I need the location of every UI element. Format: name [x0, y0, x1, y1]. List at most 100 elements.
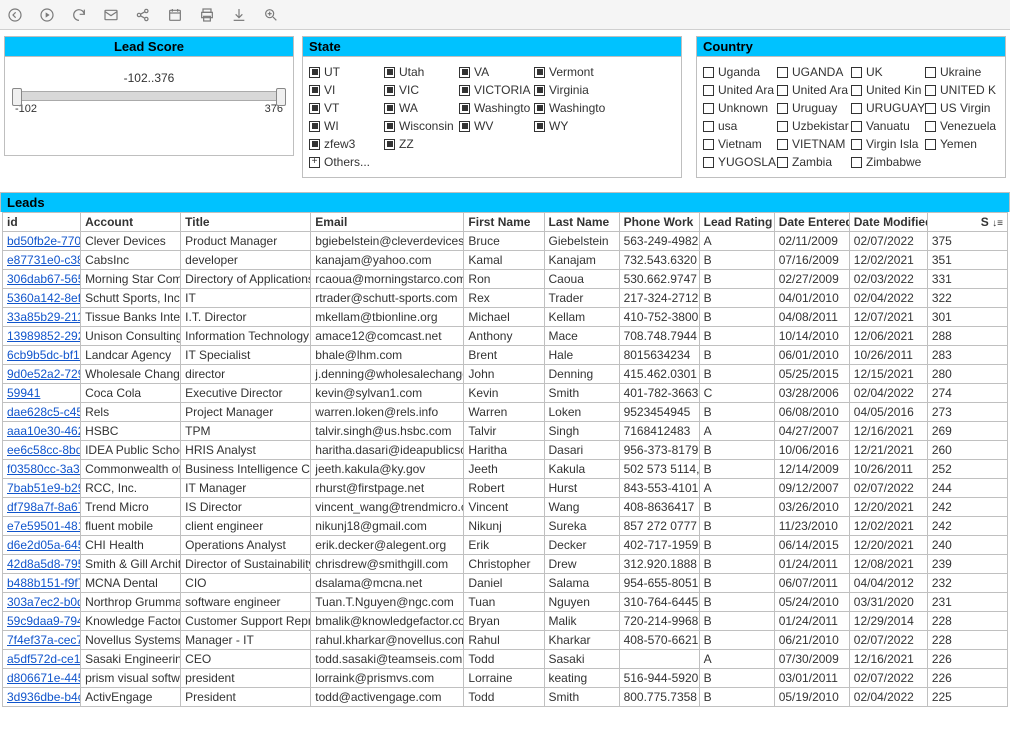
- column-header[interactable]: First Name: [464, 213, 544, 232]
- id-link[interactable]: d6e2d05a-645c: [7, 538, 81, 552]
- checkbox-icon[interactable]: [925, 121, 936, 132]
- checkbox-icon[interactable]: [309, 85, 320, 96]
- column-header[interactable]: id: [3, 213, 81, 232]
- table-row[interactable]: 6cb9b5dc-bf1a-Landcar AgencyIT Specialis…: [3, 346, 1008, 365]
- checkbox-icon[interactable]: [384, 139, 395, 150]
- id-link[interactable]: b488b151-f9f7-: [7, 576, 81, 590]
- country-option[interactable]: Yemen: [925, 135, 999, 153]
- state-option[interactable]: Utah: [384, 63, 459, 81]
- table-row[interactable]: 42d8a5d8-7950Smith & Gill ArchitecDirect…: [3, 555, 1008, 574]
- table-row[interactable]: 306dab67-565bMorning Star CompaDirectory…: [3, 270, 1008, 289]
- country-option[interactable]: Unknown: [703, 99, 777, 117]
- slider-handle-min[interactable]: [12, 88, 22, 106]
- country-option[interactable]: Vietnam: [703, 135, 777, 153]
- state-option[interactable]: Wisconsin: [384, 117, 459, 135]
- checkbox-icon[interactable]: [925, 67, 936, 78]
- id-link[interactable]: 42d8a5d8-7950: [7, 557, 81, 571]
- checkbox-icon[interactable]: [459, 103, 470, 114]
- mail-icon[interactable]: [102, 6, 120, 24]
- table-row[interactable]: 59c9daa9-7946Knowledge FactorCustomer Su…: [3, 612, 1008, 631]
- table-row[interactable]: e7e59501-4813fluent mobileclient enginee…: [3, 517, 1008, 536]
- column-header[interactable]: Email: [311, 213, 464, 232]
- checkbox-icon[interactable]: [703, 103, 714, 114]
- country-option[interactable]: United Kin: [851, 81, 925, 99]
- column-header[interactable]: Last Name: [544, 213, 619, 232]
- id-link[interactable]: df798a7f-8a67-: [7, 500, 81, 514]
- column-header[interactable]: Account: [81, 213, 181, 232]
- table-row[interactable]: f03580cc-3a36-Commonwealth of KBusiness …: [3, 460, 1008, 479]
- id-link[interactable]: d806671e-445c: [7, 671, 81, 685]
- country-option[interactable]: usa: [703, 117, 777, 135]
- country-option[interactable]: Zambia: [777, 153, 851, 171]
- checkbox-icon[interactable]: [384, 85, 395, 96]
- checkbox-icon[interactable]: [777, 157, 788, 168]
- checkbox-icon[interactable]: [925, 103, 936, 114]
- plus-icon[interactable]: +: [309, 157, 320, 168]
- checkbox-icon[interactable]: [925, 139, 936, 150]
- state-option[interactable]: VA: [459, 63, 534, 81]
- checkbox-icon[interactable]: [459, 85, 470, 96]
- checkbox-icon[interactable]: [777, 85, 788, 96]
- country-option[interactable]: Zimbabwe: [851, 153, 925, 171]
- table-row[interactable]: df798a7f-8a67-Trend MicroIS Directorvinc…: [3, 498, 1008, 517]
- id-link[interactable]: f03580cc-3a36-: [7, 462, 81, 476]
- column-header[interactable]: Title: [181, 213, 311, 232]
- country-option[interactable]: UNITED K: [925, 81, 999, 99]
- table-row[interactable]: 3d936dbe-b4c7ActivEngagePresidenttodd@ac…: [3, 688, 1008, 707]
- id-link[interactable]: 59c9daa9-7946: [7, 614, 81, 628]
- country-option[interactable]: YUGOSLA: [703, 153, 777, 171]
- country-option[interactable]: Venezuela: [925, 117, 999, 135]
- state-option[interactable]: VI: [309, 81, 384, 99]
- checkbox-icon[interactable]: [384, 121, 395, 132]
- table-row[interactable]: 9d0e52a2-7292Wholesale Changedirectorj.d…: [3, 365, 1008, 384]
- checkbox-icon[interactable]: [309, 121, 320, 132]
- id-link[interactable]: bd50fb2e-770f-: [7, 234, 81, 248]
- calendar-icon[interactable]: [166, 6, 184, 24]
- print-icon[interactable]: [198, 6, 216, 24]
- checkbox-icon[interactable]: [925, 85, 936, 96]
- checkbox-icon[interactable]: [851, 139, 862, 150]
- table-row[interactable]: dae628c5-c45bRelsProject Managerwarren.l…: [3, 403, 1008, 422]
- country-option[interactable]: US Virgin: [925, 99, 999, 117]
- checkbox-icon[interactable]: [703, 85, 714, 96]
- country-option[interactable]: URUGUAY: [851, 99, 925, 117]
- checkbox-icon[interactable]: [459, 121, 470, 132]
- download-icon[interactable]: [230, 6, 248, 24]
- state-option[interactable]: ZZ: [384, 135, 459, 153]
- country-option[interactable]: [925, 153, 999, 171]
- column-header[interactable]: Lead Rating: [699, 213, 774, 232]
- id-link[interactable]: ee6c58cc-8bd4: [7, 443, 81, 457]
- country-option[interactable]: Uzbekistar: [777, 117, 851, 135]
- checkbox-icon[interactable]: [851, 157, 862, 168]
- checkbox-icon[interactable]: [777, 67, 788, 78]
- country-option[interactable]: UK: [851, 63, 925, 81]
- country-option[interactable]: Uruguay: [777, 99, 851, 117]
- table-row[interactable]: 5360a142-8ef7Schutt Sports, Inc.ITrtrade…: [3, 289, 1008, 308]
- id-link[interactable]: 33a85b29-211c: [7, 310, 81, 324]
- table-row[interactable]: 303a7ec2-b0d2Northrop Grummansoftware en…: [3, 593, 1008, 612]
- table-row[interactable]: ee6c58cc-8bd4IDEA Public SchoolsHRIS Ana…: [3, 441, 1008, 460]
- checkbox-icon[interactable]: [703, 157, 714, 168]
- checkbox-icon[interactable]: [851, 103, 862, 114]
- checkbox-icon[interactable]: [534, 121, 545, 132]
- id-link[interactable]: 59941: [7, 386, 40, 400]
- checkbox-icon[interactable]: [384, 67, 395, 78]
- back-icon[interactable]: [6, 6, 24, 24]
- state-option[interactable]: VICTORIA: [459, 81, 534, 99]
- table-row[interactable]: 13989852-2924Unison ConsultingInformatio…: [3, 327, 1008, 346]
- id-link[interactable]: e7e59501-4813: [7, 519, 81, 533]
- share-icon[interactable]: [134, 6, 152, 24]
- state-option[interactable]: Vermont: [534, 63, 609, 81]
- state-option[interactable]: VT: [309, 99, 384, 117]
- id-link[interactable]: aaa10e30-4628: [7, 424, 81, 438]
- table-row[interactable]: e87731e0-c38aCabsIncdeveloperkanajam@yah…: [3, 251, 1008, 270]
- country-option[interactable]: VIETNAM: [777, 135, 851, 153]
- state-option[interactable]: [459, 135, 534, 153]
- checkbox-icon[interactable]: [851, 85, 862, 96]
- state-option[interactable]: WI: [309, 117, 384, 135]
- checkbox-icon[interactable]: [309, 103, 320, 114]
- id-link[interactable]: 3d936dbe-b4c7: [7, 690, 81, 704]
- id-link[interactable]: 9d0e52a2-7292: [7, 367, 81, 381]
- checkbox-icon[interactable]: [309, 67, 320, 78]
- checkbox-icon[interactable]: [851, 67, 862, 78]
